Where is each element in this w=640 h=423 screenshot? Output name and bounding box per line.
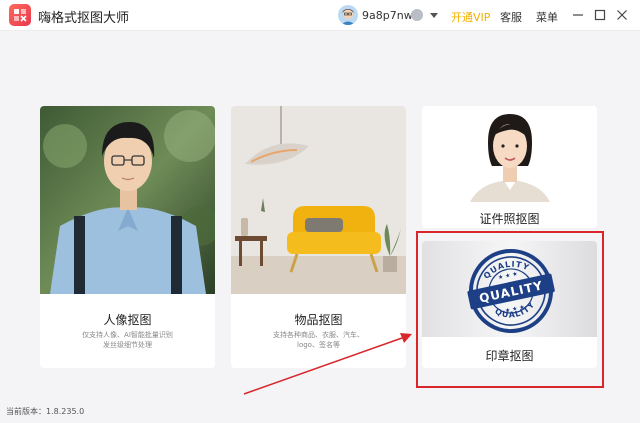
portrait-card-desc-line1: 仅支持人像、AI智能批量识别 <box>82 331 173 339</box>
maximize-icon[interactable] <box>592 7 608 23</box>
id-photo-card-title: 证件照抠图 <box>479 212 540 226</box>
object-image <box>231 106 406 294</box>
version-text: 当前版本：1.8.235.0 <box>6 407 85 416</box>
close-icon[interactable] <box>614 7 630 23</box>
customer-service-button[interactable]: 客服 <box>500 9 522 25</box>
badge-icon[interactable] <box>411 9 423 21</box>
menu-button[interactable]: 菜单 <box>536 9 558 25</box>
id-photo-cutout-card[interactable]: 证件照抠图 <box>422 106 597 228</box>
object-cutout-card[interactable]: 物品抠图 支持各种商品、衣服、汽车、 logo、签名等 <box>231 106 406 368</box>
username[interactable]: 9a8p7nw <box>362 9 413 22</box>
portrait-cutout-card[interactable]: 人像抠图 仅支持人像、AI智能批量识别 发丝级细节处理 <box>40 106 215 368</box>
minimize-icon[interactable] <box>570 7 586 23</box>
app-logo-icon <box>9 4 31 26</box>
highlight-box <box>416 231 604 388</box>
chevron-down-icon[interactable] <box>430 13 438 18</box>
id-photo-image <box>422 106 597 202</box>
object-card-title: 物品抠图 <box>294 313 343 327</box>
portrait-image <box>40 106 215 294</box>
app-title: 嗨格式抠图大师 <box>38 11 130 26</box>
object-card-desc-line1: 支持各种商品、衣服、汽车、 <box>273 331 364 339</box>
title-bar: 嗨格式抠图大师 9a8p7nw 开通VIP 客服 菜单 <box>0 0 640 31</box>
portrait-card-desc-line2: 发丝级细节处理 <box>103 341 152 349</box>
portrait-card-title: 人像抠图 <box>103 313 152 327</box>
object-card-desc-line2: logo、签名等 <box>297 341 340 349</box>
open-vip-button[interactable]: 开通VIP <box>451 9 490 25</box>
avatar-icon[interactable] <box>338 5 358 25</box>
